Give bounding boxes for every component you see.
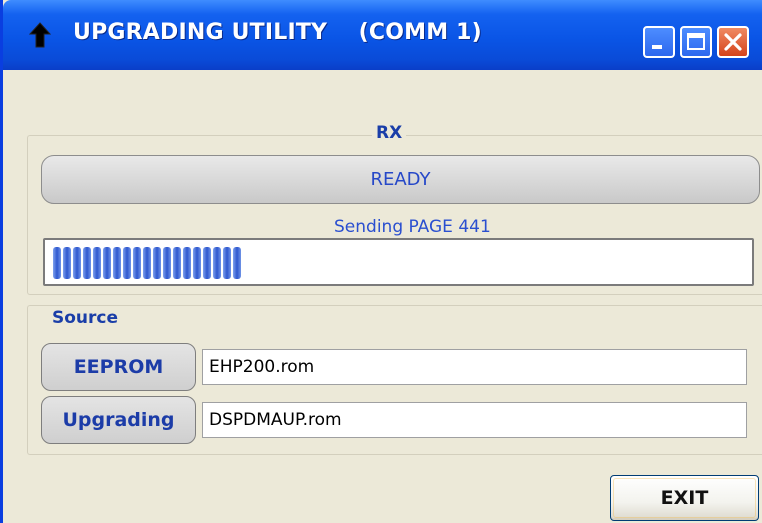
status-display: READY (41, 155, 760, 204)
title-bar[interactable]: UPGRADING UTILITY (COMM 1) (3, 0, 762, 70)
progress-block (233, 247, 241, 279)
progress-blocks (53, 247, 241, 279)
progress-block (153, 247, 161, 279)
eeprom-file-field[interactable]: EHP200.rom (202, 349, 747, 385)
minimize-icon (652, 45, 662, 49)
progress-block (133, 247, 141, 279)
source-group-legend: Source (48, 308, 123, 328)
progress-block (113, 247, 121, 279)
exit-button-label: EXIT (660, 487, 709, 509)
progress-block (103, 247, 111, 279)
progress-block (213, 247, 221, 279)
progress-block (173, 247, 181, 279)
progress-block (53, 247, 61, 279)
arrow-up-icon (29, 22, 51, 48)
upgrading-file-field[interactable]: DSPDMAUP.rom (202, 402, 747, 438)
progress-block (203, 247, 211, 279)
maximize-icon (687, 33, 705, 50)
status-text: READY (370, 169, 431, 190)
window-title: UPGRADING UTILITY (COMM 1) (73, 20, 482, 45)
upgrading-button-label: Upgrading (62, 409, 175, 431)
progress-block (143, 247, 151, 279)
progress-legend: Sending PAGE 441 (330, 217, 495, 237)
close-icon (724, 33, 742, 51)
progress-block (73, 247, 81, 279)
progress-bar (43, 238, 754, 286)
app-window: UPGRADING UTILITY (COMM 1) ? RX READY Se… (0, 0, 762, 523)
upgrading-button[interactable]: Upgrading (41, 396, 196, 444)
progress-block (83, 247, 91, 279)
maximize-button[interactable] (680, 26, 712, 58)
progress-block (223, 247, 231, 279)
progress-block (193, 247, 201, 279)
progress-block (93, 247, 101, 279)
eeprom-button[interactable]: EEPROM (41, 343, 196, 391)
minimize-button[interactable] (643, 26, 675, 58)
progress-block (123, 247, 131, 279)
close-button[interactable] (717, 26, 749, 58)
progress-block (63, 247, 71, 279)
menu-bar: ? (3, 70, 762, 170)
progress-block (183, 247, 191, 279)
exit-button[interactable]: EXIT (610, 475, 759, 521)
progress-fill (53, 246, 241, 280)
rx-group-legend: RX (372, 123, 407, 143)
progress-block (163, 247, 171, 279)
eeprom-button-label: EEPROM (73, 356, 164, 378)
